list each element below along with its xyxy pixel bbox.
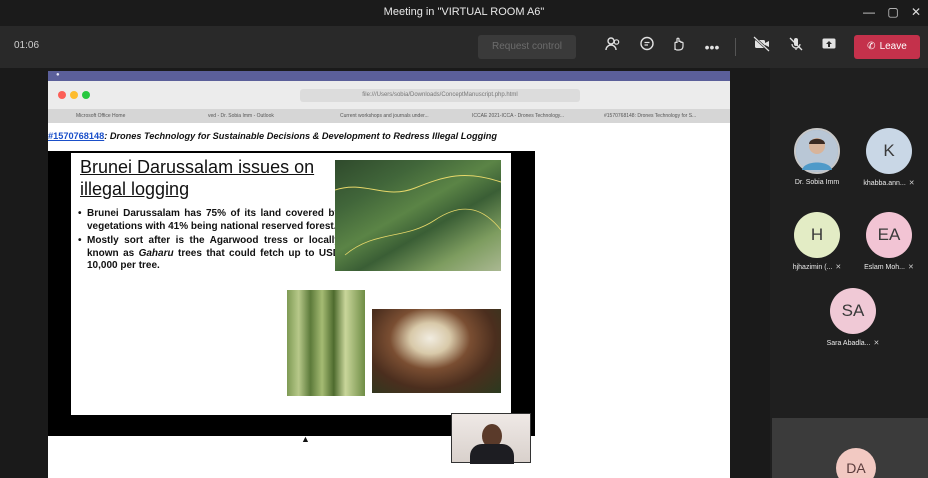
mic-muted-icon: ✕ — [873, 340, 880, 347]
reactions-icon[interactable] — [668, 36, 690, 58]
meeting-timer: 01:06 — [14, 40, 40, 51]
bullet2-emphasis: Gaharu — [138, 247, 174, 259]
browser-page: #1570768148: Drones Technology for Susta… — [48, 123, 730, 478]
window-title: Meeting in "VIRTUAL ROOM A6" — [383, 6, 545, 18]
slide-bullet-1: Brunei Darussalam has 75% of its land co… — [78, 208, 340, 233]
participant-name-text: hjhazimin (... — [792, 264, 833, 271]
more-options-icon[interactable]: ••• — [701, 36, 723, 58]
browser-close-dot — [58, 91, 66, 99]
browser-tab: ICCAE 2021-ICCA - Drones Technology... — [472, 113, 565, 119]
paper-title: #1570768148: Drones Technology for Susta… — [48, 131, 497, 141]
browser-tab-bar: Microsoft Office Home ved - Dr. Sobia Im… — [48, 109, 730, 123]
gaharu-wood-image — [372, 309, 501, 393]
participant-name-text: Eslam Moh... — [864, 264, 905, 271]
participant-avatar: EA — [866, 212, 912, 258]
browser-tab: ved - Dr. Sobia Imm - Outlook — [208, 113, 274, 119]
slide-bullets: Brunei Darussalam has 75% of its land co… — [78, 208, 340, 275]
meeting-toolbar: 01:06 Request control ••• ✆ Leave — [0, 26, 928, 68]
satellite-map-image — [335, 160, 501, 271]
browser-zoom-dot — [82, 91, 90, 99]
maximize-icon[interactable]: ▢ — [882, 3, 904, 21]
participant-name: Eslam Moh... ✕ — [850, 263, 928, 271]
agarwood-forest-image — [287, 290, 365, 396]
mic-muted-icon: ✕ — [907, 264, 914, 271]
participant-tile-bottom[interactable]: DA — [772, 418, 928, 478]
participant-avatar: H — [794, 212, 840, 258]
mic-muted-icon: ✕ — [835, 264, 842, 271]
close-icon[interactable]: ✕ — [905, 3, 927, 21]
leave-label: Leave — [879, 41, 907, 52]
participant-avatar: SA — [830, 288, 876, 334]
participant-name-text: khabba.ann... — [863, 180, 906, 187]
chat-icon[interactable] — [636, 36, 658, 58]
apple-icon: ● — [56, 72, 60, 78]
presenter-camera-overlay — [451, 413, 531, 464]
minimize-icon[interactable]: — — [858, 3, 880, 21]
mouse-cursor-icon: ▲ — [301, 434, 310, 444]
slide-title: Brunei Darussalam issues on illegal logg… — [80, 157, 315, 199]
participants-icon[interactable] — [602, 36, 624, 58]
browser-tab: Current workshops and journals under... — [340, 113, 429, 119]
participant-avatar: DA — [836, 448, 876, 478]
paper-id-link: #1570768148 — [48, 131, 105, 141]
shared-mac-menubar: ● — [48, 71, 730, 81]
participant-tile[interactable]: K khabba.ann... ✕ — [850, 128, 928, 187]
participant-tile[interactable]: Dr. Sobia Imm — [778, 128, 856, 186]
presentation-frame: Brunei Darussalam issues on illegal logg… — [48, 151, 535, 464]
participant-name: hjhazimin (... ✕ — [778, 263, 856, 271]
browser-tab: Microsoft Office Home — [76, 113, 126, 119]
phone-hangup-icon: ✆ — [867, 41, 876, 52]
browser-tab-active: #1570768148: Drones Technology for S... — [604, 113, 697, 119]
participants-panel: Dr. Sobia Imm K khabba.ann... ✕ H hjhazim… — [770, 68, 928, 478]
participant-name: Dr. Sobia Imm — [794, 179, 840, 186]
participant-name: khabba.ann... ✕ — [850, 179, 928, 187]
slide-bullet-2: Mostly sort after is the Agarwood tress … — [78, 235, 340, 273]
mic-muted-icon: ✕ — [908, 180, 915, 187]
participant-name-text: Sara Abadla... — [826, 340, 871, 347]
participant-tile[interactable]: EA Eslam Moh... ✕ — [850, 212, 928, 271]
paper-title-text: : Drones Technology for Sustainable Deci… — [104, 131, 497, 141]
participant-avatar: K — [866, 128, 912, 174]
participant-photo-avatar — [794, 128, 840, 174]
title-bar: Meeting in "VIRTUAL ROOM A6" — ▢ ✕ — [0, 0, 928, 26]
leave-button[interactable]: ✆ Leave — [854, 35, 920, 59]
browser-address-bar: file:///Users/sobia/Downloads/ConceptMan… — [300, 89, 580, 102]
participant-tile[interactable]: H hjhazimin (... ✕ — [778, 212, 856, 271]
share-screen-icon[interactable] — [818, 36, 840, 58]
mic-muted-icon[interactable] — [785, 36, 807, 58]
toolbar-divider — [735, 38, 736, 56]
participant-tile[interactable]: SA Sara Abadla... ✕ — [814, 288, 892, 347]
shared-browser-window: file:///Users/sobia/Downloads/ConceptMan… — [48, 81, 730, 478]
participant-name: Sara Abadla... ✕ — [814, 339, 892, 347]
teams-meeting-window: Meeting in "VIRTUAL ROOM A6" — ▢ ✕ 01:06… — [0, 0, 928, 478]
camera-off-icon[interactable] — [751, 36, 773, 58]
presenter-body — [470, 444, 514, 464]
browser-minimize-dot — [70, 91, 78, 99]
presentation-slide: Brunei Darussalam issues on illegal logg… — [71, 153, 531, 464]
request-control-button[interactable]: Request control — [478, 35, 576, 59]
